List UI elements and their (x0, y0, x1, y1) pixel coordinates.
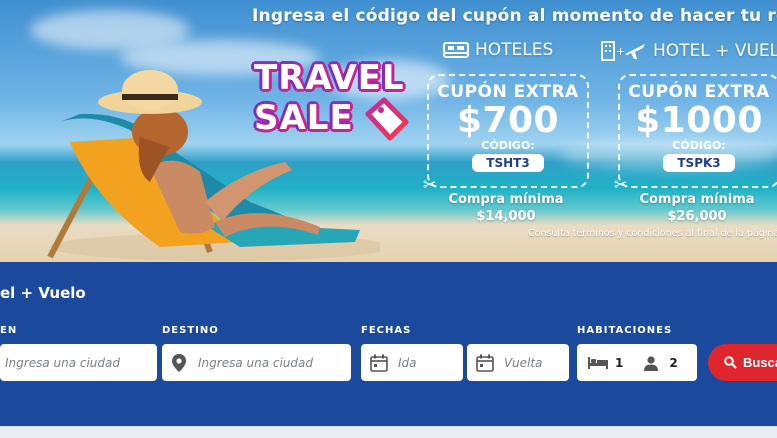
calendar-icon (476, 354, 494, 372)
min-purchase-label: Compra mínima (639, 192, 755, 207)
search-button-label: Busca (743, 355, 777, 370)
rooms-count: 1 (615, 355, 624, 370)
bed-icon (443, 42, 469, 58)
min-purchase-value: $14,000 (476, 209, 536, 224)
coupon-code[interactable]: TSPK3 (663, 154, 735, 172)
search-button[interactable]: Busca (708, 344, 777, 381)
coupon-minimum-hotel-vuelo: Compra mínima $26,000 (618, 191, 776, 225)
coupon-title: CUPÓN EXTRA (628, 82, 770, 102)
location-pin-icon (172, 353, 186, 372)
price-tag-icon (365, 97, 409, 141)
logo-line-1: TRAVEL (254, 58, 405, 98)
category-hoteles: HOTELES (443, 40, 553, 60)
coupon-card-hotel-vuelo[interactable]: CUPÓN EXTRA $1000 CÓDIGO: TSPK3 ✂ (614, 74, 777, 194)
coupon-instruction-headline: Ingresa el código del cupón al momento d… (252, 6, 777, 26)
coupon-amount: $1000 (635, 100, 763, 141)
category-label: HOTEL + VUELO (653, 41, 777, 61)
person-icon (643, 355, 659, 371)
return-date-input[interactable] (504, 355, 569, 370)
min-purchase-value: $26,000 (667, 209, 727, 224)
origin-input[interactable] (5, 355, 157, 370)
terms-note: Consulta términos y condiciones al final… (528, 228, 777, 239)
calendar-icon (370, 354, 388, 372)
return-date-field[interactable] (467, 344, 569, 381)
guests-count: 2 (669, 355, 678, 370)
svg-text:+: + (616, 45, 625, 58)
bed-icon (587, 356, 609, 370)
logo-line-2: SALE (254, 98, 354, 138)
origin-field[interactable] (0, 344, 157, 381)
origin-label: EN (0, 325, 18, 336)
coupon-code-label: CÓDIGO: (481, 139, 535, 152)
destination-label: DESTINO (162, 325, 219, 336)
category-label: HOTELES (475, 40, 554, 60)
travel-sale-logo: TRAVEL SALE (248, 58, 420, 146)
rooms-label: HABITACIONES (577, 325, 673, 336)
coupon-title: CUPÓN EXTRA (437, 82, 579, 102)
category-hotel-vuelo: + HOTEL + VUELO (601, 40, 777, 62)
promo-banner[interactable]: Ingresa el código del cupón al momento d… (0, 0, 777, 262)
hotel-plane-icon: + (601, 41, 645, 61)
coupon-card-hoteles[interactable]: CUPÓN EXTRA $700 CÓDIGO: TSHT3 ✂ (423, 74, 589, 194)
coupon-amount: $700 (456, 100, 560, 141)
coupon-code[interactable]: TSHT3 (472, 154, 544, 172)
destination-field[interactable] (162, 344, 351, 381)
depart-date-input[interactable] (398, 355, 463, 370)
search-panel: el + Vuelo EN DESTINO FECHAS HABITACIONE… (0, 262, 777, 426)
search-icon (724, 356, 737, 369)
coupon-minimum-hoteles: Compra mínima $14,000 (427, 191, 585, 225)
depart-date-field[interactable] (361, 344, 463, 381)
min-purchase-label: Compra mínima (448, 192, 564, 207)
page-bottom-strip (0, 426, 777, 438)
destination-input[interactable] (198, 355, 351, 370)
rooms-guests-selector[interactable]: 1 2 (577, 344, 697, 381)
dates-label: FECHAS (361, 325, 412, 336)
search-panel-title: el + Vuelo (0, 284, 86, 302)
